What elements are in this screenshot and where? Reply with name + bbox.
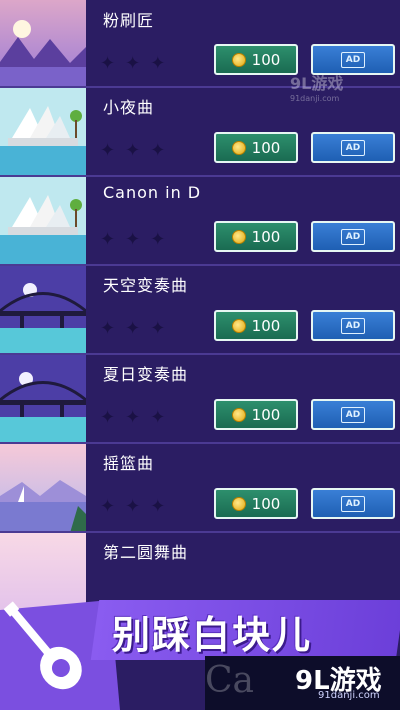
watermark: 9L游戏 91danji.com bbox=[290, 70, 343, 103]
watch-ad-button[interactable]: AD bbox=[311, 399, 395, 430]
song-thumbnail bbox=[0, 444, 86, 531]
song-row: 天空变奏曲 ✦ ✦ ✦ 100 AD bbox=[0, 266, 400, 355]
star-icon: ✦ bbox=[100, 318, 116, 339]
song-row: 夏日变奏曲 ✦ ✦ ✦ 100 AD bbox=[0, 355, 400, 444]
star-icon: ✦ bbox=[100, 53, 116, 74]
footer-bg-text: Ca bbox=[205, 660, 255, 701]
star-rating: ✦ ✦ ✦ bbox=[100, 498, 165, 516]
song-thumbnail bbox=[0, 266, 86, 353]
ad-video-icon: AD bbox=[341, 406, 365, 423]
watch-ad-button[interactable]: AD bbox=[311, 310, 395, 341]
star-icon: ✦ bbox=[125, 140, 141, 161]
coin-icon bbox=[231, 140, 246, 155]
song-title: 小夜曲 bbox=[103, 98, 155, 117]
coin-price: 100 bbox=[251, 138, 281, 157]
star-icon: ✦ bbox=[125, 229, 141, 250]
star-icon: ✦ bbox=[100, 407, 116, 428]
unlock-coin-button[interactable]: 100 bbox=[214, 221, 298, 252]
ad-video-icon: AD bbox=[341, 495, 365, 512]
star-icon: ✦ bbox=[150, 53, 166, 74]
unlock-coin-button[interactable]: 100 bbox=[214, 132, 298, 163]
footer-site: 91danji.com bbox=[318, 690, 380, 701]
ad-video-icon: AD bbox=[341, 317, 365, 334]
coin-icon bbox=[231, 229, 246, 244]
song-title: Canon in D bbox=[103, 183, 202, 202]
song-thumbnail bbox=[0, 355, 86, 442]
star-icon: ✦ bbox=[150, 229, 166, 250]
star-icon: ✦ bbox=[125, 496, 141, 517]
star-icon: ✦ bbox=[125, 53, 141, 74]
watermark-brand: 9L游戏 bbox=[290, 74, 344, 93]
song-title: 摇篮曲 bbox=[103, 454, 155, 473]
coin-price: 100 bbox=[251, 227, 281, 246]
song-thumbnail bbox=[0, 0, 86, 86]
song-thumbnail bbox=[0, 177, 86, 264]
promo-title: 别踩白块儿 bbox=[112, 613, 313, 657]
star-icon: ✦ bbox=[150, 407, 166, 428]
song-title: 第二圆舞曲 bbox=[103, 543, 189, 562]
star-rating: ✦ ✦ ✦ bbox=[100, 320, 165, 338]
coin-price: 100 bbox=[251, 494, 281, 513]
watch-ad-button[interactable]: AD bbox=[311, 132, 395, 163]
coin-icon bbox=[231, 407, 246, 422]
song-thumbnail bbox=[0, 88, 86, 175]
ad-video-icon: AD bbox=[341, 139, 365, 156]
watch-ad-button[interactable]: AD bbox=[311, 488, 395, 519]
star-icon: ✦ bbox=[150, 496, 166, 517]
star-icon: ✦ bbox=[125, 407, 141, 428]
coin-price: 100 bbox=[251, 316, 281, 335]
song-row: 摇篮曲 ✦ ✦ ✦ 100 AD bbox=[0, 444, 400, 533]
star-icon: ✦ bbox=[125, 318, 141, 339]
watermark-site: 91danji.com bbox=[290, 94, 340, 103]
song-title: 天空变奏曲 bbox=[103, 276, 189, 295]
star-icon: ✦ bbox=[150, 140, 166, 161]
unlock-coin-button[interactable]: 100 bbox=[214, 310, 298, 341]
star-rating: ✦ ✦ ✦ bbox=[100, 231, 165, 249]
unlock-coin-button[interactable]: 100 bbox=[214, 44, 298, 75]
ad-video-icon: AD bbox=[341, 51, 365, 68]
coin-icon bbox=[231, 318, 246, 333]
unlock-coin-button[interactable]: 100 bbox=[214, 488, 298, 519]
coin-icon bbox=[231, 52, 246, 67]
star-icon: ✦ bbox=[150, 318, 166, 339]
star-rating: ✦ ✦ ✦ bbox=[100, 55, 165, 73]
coin-icon bbox=[231, 496, 246, 511]
coin-price: 100 bbox=[251, 405, 281, 424]
star-rating: ✦ ✦ ✦ bbox=[100, 142, 165, 160]
song-title: 粉刷匠 bbox=[103, 11, 155, 30]
coin-price: 100 bbox=[251, 50, 281, 69]
song-title: 夏日变奏曲 bbox=[103, 365, 189, 384]
watch-ad-button[interactable]: AD bbox=[311, 221, 395, 252]
ad-video-icon: AD bbox=[341, 228, 365, 245]
star-rating: ✦ ✦ ✦ bbox=[100, 409, 165, 427]
unlock-coin-button[interactable]: 100 bbox=[214, 399, 298, 430]
star-icon: ✦ bbox=[100, 496, 116, 517]
star-icon: ✦ bbox=[100, 140, 116, 161]
song-row: Canon in D ✦ ✦ ✦ 100 AD bbox=[0, 177, 400, 266]
star-icon: ✦ bbox=[100, 229, 116, 250]
